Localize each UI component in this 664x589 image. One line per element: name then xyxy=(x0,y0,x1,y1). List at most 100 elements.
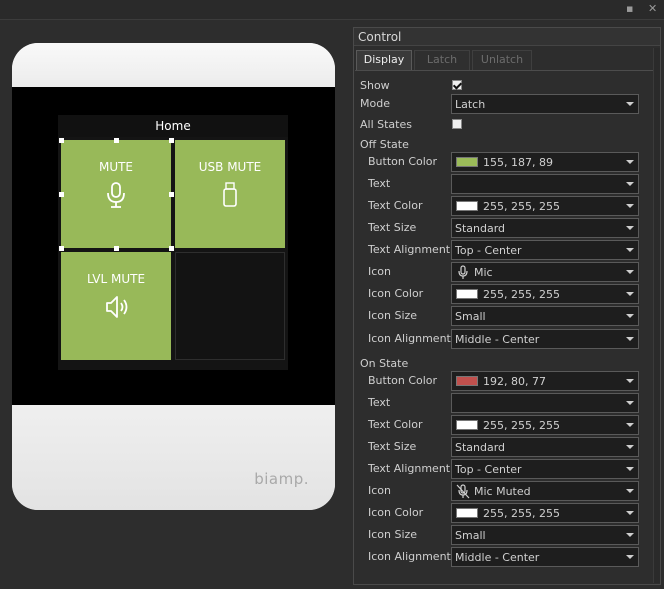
tab-unlatch[interactable]: Unlatch xyxy=(472,50,532,70)
selection-handle[interactable] xyxy=(59,246,64,251)
off-row-icon-size: Icon Size Small xyxy=(354,306,660,326)
color-value: 155, 187, 89 xyxy=(483,156,553,169)
chevron-down-icon xyxy=(626,555,634,559)
mode-value: Latch xyxy=(455,98,486,111)
on-text-size-dropdown[interactable]: Standard xyxy=(451,437,639,457)
all-states-checkbox[interactable] xyxy=(452,119,462,129)
icon-color-label: Icon Color xyxy=(368,506,424,519)
tile-label: LVL MUTE xyxy=(86,272,146,286)
selection-handle[interactable] xyxy=(114,138,119,143)
off-row-text-size: Text Size Standard xyxy=(354,218,660,238)
color-value: 255, 255, 255 xyxy=(483,200,560,213)
tile-empty[interactable] xyxy=(175,252,285,360)
off-row-text: Text xyxy=(354,174,660,194)
microphone-muted-icon xyxy=(456,484,470,499)
on-icon-alignment-dropdown[interactable]: Middle - Center xyxy=(451,547,639,567)
off-row-icon-alignment: Icon Alignment Middle - Center xyxy=(354,329,660,349)
chevron-down-icon xyxy=(626,401,634,405)
text-alignment-value: Top - Center xyxy=(455,463,522,476)
off-button-color-dropdown[interactable]: 155, 187, 89 xyxy=(451,152,639,172)
show-checkbox[interactable] xyxy=(452,80,462,90)
selection-handle[interactable] xyxy=(169,192,174,197)
chevron-down-icon xyxy=(626,182,634,186)
row-show: Show xyxy=(354,76,660,96)
on-text-alignment-dropdown[interactable]: Top - Center xyxy=(451,459,639,479)
top-toolbar: ▪ ✕ xyxy=(0,0,664,20)
color-swatch xyxy=(456,289,478,299)
on-text-dropdown[interactable] xyxy=(451,393,639,413)
all-states-label: All States xyxy=(360,118,412,131)
tab-divider xyxy=(355,70,659,71)
tab-display[interactable]: Display xyxy=(356,50,412,70)
text-alignment-value: Top - Center xyxy=(455,244,522,257)
on-icon-size-dropdown[interactable]: Small xyxy=(451,525,639,545)
color-swatch xyxy=(456,508,478,518)
on-row-icon-size: Icon Size Small xyxy=(354,525,660,545)
off-row-text-alignment: Text Alignment Top - Center xyxy=(354,240,660,260)
icon-value: Mic Muted xyxy=(474,485,531,498)
on-row-text-alignment: Text Alignment Top - Center xyxy=(354,459,660,479)
color-value: 255, 255, 255 xyxy=(483,507,560,520)
color-value: 255, 255, 255 xyxy=(483,288,560,301)
tile-lvl-mute[interactable]: LVL MUTE xyxy=(61,252,171,360)
icon-label: Icon xyxy=(368,484,391,497)
text-alignment-label: Text Alignment xyxy=(368,243,451,256)
selection-handle[interactable] xyxy=(59,138,64,143)
color-swatch xyxy=(456,420,478,430)
selection-handle[interactable] xyxy=(114,246,119,251)
icon-size-value: Small xyxy=(455,310,486,323)
color-swatch xyxy=(456,201,478,211)
icon-alignment-label: Icon Alignment xyxy=(368,332,451,345)
text-size-value: Standard xyxy=(455,222,506,235)
selection-handle[interactable] xyxy=(169,138,174,143)
off-icon-color-dropdown[interactable]: 255, 255, 255 xyxy=(451,284,639,304)
button-color-label: Button Color xyxy=(368,374,438,387)
off-state-heading: Off State xyxy=(360,138,409,151)
chevron-down-icon xyxy=(626,102,634,106)
panel-scrollbar[interactable] xyxy=(653,48,660,583)
device-bottom-bezel: biamp. xyxy=(12,405,335,510)
tile-usb-mute[interactable]: USB MUTE xyxy=(175,140,285,248)
close-icon[interactable]: ✕ xyxy=(648,2,657,16)
pin-icon[interactable]: ▪ xyxy=(626,2,633,16)
chevron-down-icon xyxy=(626,248,634,252)
selection-handle[interactable] xyxy=(59,192,64,197)
on-row-text-size: Text Size Standard xyxy=(354,437,660,457)
speaker-icon xyxy=(61,294,171,320)
chevron-down-icon xyxy=(626,445,634,449)
row-mode: Mode Latch xyxy=(354,94,660,114)
off-text-size-dropdown[interactable]: Standard xyxy=(451,218,639,238)
off-icon-size-dropdown[interactable]: Small xyxy=(451,306,639,326)
tile-mute[interactable]: MUTE xyxy=(61,140,171,248)
show-label: Show xyxy=(360,79,390,92)
on-state-heading: On State xyxy=(360,357,409,370)
off-icon-dropdown[interactable]: Mic xyxy=(451,262,639,282)
chevron-down-icon xyxy=(626,204,634,208)
on-text-color-dropdown[interactable]: 255, 255, 255 xyxy=(451,415,639,435)
on-icon-color-dropdown[interactable]: 255, 255, 255 xyxy=(451,503,639,523)
on-button-color-dropdown[interactable]: 192, 80, 77 xyxy=(451,371,639,391)
mode-label: Mode xyxy=(360,97,390,110)
chevron-down-icon xyxy=(626,314,634,318)
off-row-button-color: Button Color 155, 187, 89 xyxy=(354,152,660,172)
chevron-down-icon xyxy=(626,226,634,230)
tab-bar: Display Latch Unlatch xyxy=(356,50,656,70)
on-icon-dropdown[interactable]: Mic Muted xyxy=(451,481,639,501)
touch-panel-device: Home MUTE USB MUTE LVL MUTE biamp. xyxy=(12,43,335,510)
color-swatch xyxy=(456,376,478,386)
mode-dropdown[interactable]: Latch xyxy=(451,94,639,114)
control-panel: Control Display Latch Unlatch Show Mode … xyxy=(353,27,661,585)
text-size-label: Text Size xyxy=(368,440,417,453)
off-text-color-dropdown[interactable]: 255, 255, 255 xyxy=(451,196,639,216)
chevron-down-icon xyxy=(626,379,634,383)
row-all-states: All States xyxy=(354,115,660,135)
off-text-dropdown[interactable] xyxy=(451,174,639,194)
off-row-icon: Icon Mic xyxy=(354,262,660,282)
icon-size-label: Icon Size xyxy=(368,309,418,322)
off-text-alignment-dropdown[interactable]: Top - Center xyxy=(451,240,639,260)
off-icon-alignment-dropdown[interactable]: Middle - Center xyxy=(451,329,639,349)
screen-page: Home MUTE USB MUTE LVL MUTE xyxy=(58,115,288,370)
tab-latch[interactable]: Latch xyxy=(414,50,470,70)
button-color-label: Button Color xyxy=(368,155,438,168)
selection-handle[interactable] xyxy=(169,246,174,251)
